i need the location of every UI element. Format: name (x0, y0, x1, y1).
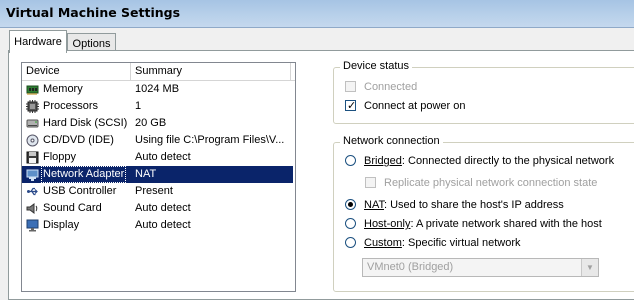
device-row-network-adapter[interactable]: Network Adapter NAT (22, 166, 293, 183)
tab-hardware[interactable]: Hardware (9, 30, 67, 53)
column-header-device[interactable]: Device (22, 63, 131, 80)
radio-dot-icon (348, 202, 353, 207)
connected-label: Connected (364, 81, 418, 93)
tab-hardware-label: Hardware (14, 36, 62, 48)
connect-at-power-on-checkbox[interactable]: ✓ (345, 100, 357, 112)
column-header-summary[interactable]: Summary (131, 63, 291, 80)
cd-dvd-icon (26, 134, 39, 147)
chevron-down-icon[interactable]: ▼ (581, 259, 598, 276)
device-row-floppy[interactable]: Floppy Auto detect (22, 149, 293, 166)
device-summary: 1024 MB (135, 83, 180, 95)
tab-options-label: Options (72, 38, 111, 50)
bridged-label-rest: : Connected directly to the physical net… (401, 155, 615, 167)
device-name: Sound Card (43, 202, 102, 214)
usb-icon (27, 187, 38, 196)
host-only-label-rest: : A private network shared with the host (410, 218, 602, 230)
custom-label-key: Custom (364, 237, 402, 249)
device-summary: Auto detect (135, 151, 191, 163)
replicate-label: Replicate physical network connection st… (384, 177, 598, 189)
custom-radio[interactable] (345, 237, 356, 248)
network-adapter-icon (26, 169, 39, 181)
device-name: Hard Disk (SCSI) (43, 117, 128, 129)
device-name: Display (43, 219, 80, 231)
floppy-icon (26, 151, 39, 164)
window-title: Virtual Machine Settings (6, 5, 181, 20)
device-row-memory[interactable]: Memory 1024 MB (22, 81, 293, 98)
device-summary: NAT (135, 168, 157, 180)
memory-icon (26, 85, 39, 95)
device-status-group: Device status (333, 60, 634, 124)
device-row-display[interactable]: Display Auto detect (22, 217, 293, 234)
network-connection-title: Network connection (340, 135, 443, 147)
device-status-title: Device status (340, 60, 413, 72)
device-name: Floppy (43, 151, 77, 163)
custom-label-rest: : Specific virtual network (401, 237, 521, 249)
connected-checkbox[interactable] (345, 81, 356, 92)
title-bar: Virtual Machine Settings (0, 0, 634, 28)
device-summary: 20 GB (135, 117, 167, 129)
device-summary: Present (135, 185, 173, 197)
device-summary: Auto detect (135, 202, 191, 214)
device-row-cd-dvd[interactable]: CD/DVD (IDE) Using file C:\Program Files… (22, 132, 293, 149)
host-only-radio[interactable] (345, 218, 356, 229)
device-name: USB Controller (43, 185, 117, 197)
device-summary: 1 (135, 100, 142, 112)
sound-card-icon (26, 203, 38, 214)
device-name: Memory (43, 83, 83, 95)
replicate-checkbox[interactable] (365, 177, 376, 188)
vmnet-select[interactable]: VMnet0 (Bridged) ▼ (362, 258, 599, 277)
processor-icon (26, 100, 39, 113)
device-summary: Using file C:\Program Files\V... (135, 134, 285, 146)
check-mark-icon: ✓ (347, 100, 357, 112)
hard-disk-icon (26, 119, 39, 128)
vmnet-select-value: VMnet0 (Bridged) (367, 261, 454, 273)
device-name: Network Adapter (41, 166, 127, 183)
device-name: CD/DVD (IDE) (43, 134, 114, 146)
device-row-hard-disk[interactable]: Hard Disk (SCSI) 20 GB (22, 115, 293, 132)
nat-label-key: NAT (364, 199, 384, 211)
device-row-usb-controller[interactable]: USB Controller Present (22, 183, 293, 200)
nat-radio[interactable] (345, 199, 356, 210)
device-list-header: Device Summary (22, 63, 295, 81)
device-summary: Auto detect (135, 219, 191, 231)
nat-label-rest: : Used to share the host's IP address (383, 199, 564, 211)
device-name: Processors (43, 100, 99, 112)
device-row-processors[interactable]: Processors 1 (22, 98, 293, 115)
connect-at-power-on-label: Connect at power on (364, 100, 466, 112)
bridged-label-key: Bridged (364, 155, 402, 167)
bridged-radio[interactable] (345, 155, 356, 166)
device-row-sound-card[interactable]: Sound Card Auto detect (22, 200, 293, 217)
device-list[interactable]: Device Summary Memory 1024 MB Processors… (21, 62, 296, 292)
display-icon (26, 219, 39, 232)
host-only-label-key: Host-only (364, 218, 411, 230)
